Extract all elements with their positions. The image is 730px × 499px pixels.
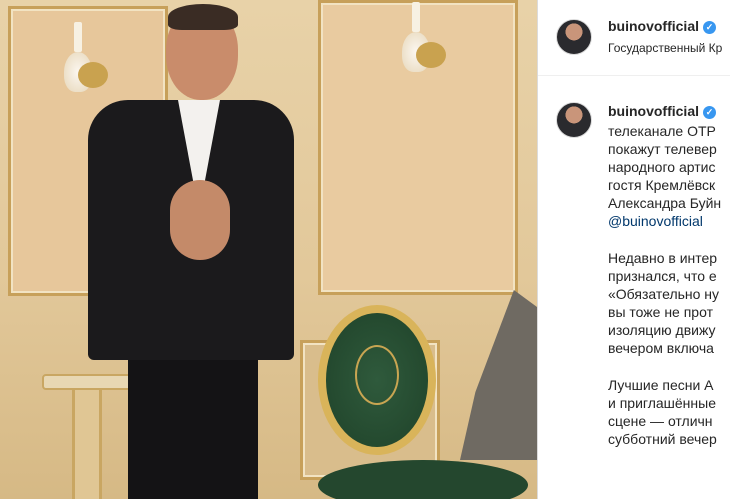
felt-hat [460, 290, 537, 460]
caption-line: субботний вечер [608, 431, 717, 447]
caption-line: вечером включа [608, 340, 714, 356]
caption-line: признался, что е [608, 268, 717, 284]
caption-line: гостя Кремлёвск [608, 177, 716, 193]
caption-line: вы тоже не прот [608, 304, 713, 320]
avatar[interactable] [556, 19, 592, 55]
caption-line: Недавно в интер [608, 250, 718, 266]
post-side-panel: buinovofficial ✓ Государственный Кр buino… [538, 0, 730, 499]
caption-line: телеканале ОТР [608, 123, 716, 139]
verified-badge-icon: ✓ [703, 21, 716, 34]
wall-sconce [60, 22, 108, 102]
username-text[interactable]: buinovofficial [608, 18, 699, 34]
chair-emblem [355, 345, 399, 405]
caption-line: сцене — отличн [608, 413, 713, 429]
caption-line: народного артис [608, 159, 716, 175]
caption-avatar[interactable] [556, 102, 592, 138]
caption-line: «Обязательно ну [608, 286, 720, 302]
caption-line: Александра Буйн [608, 195, 722, 211]
caption-username-link[interactable]: buinovofficial ✓ [608, 103, 716, 119]
location-link[interactable]: Государственный Кр [608, 41, 722, 55]
man-hair [168, 4, 238, 30]
verified-badge-icon: ✓ [703, 106, 716, 119]
caption-line: и приглашённые [608, 395, 716, 411]
caption-line: покажут телевер [608, 141, 717, 157]
post-photo[interactable] [0, 0, 537, 499]
side-table [42, 374, 132, 499]
caption-username-text[interactable]: buinovofficial [608, 103, 699, 119]
wall-sconce [398, 2, 446, 82]
man-hands [170, 180, 230, 260]
mention-link[interactable]: @buinovofficial [608, 213, 703, 229]
caption-line: изоляцию движу [608, 322, 716, 338]
username-link[interactable]: buinovofficial ✓ [608, 18, 716, 34]
post-caption: телеканале ОТР покажут телевер народного… [608, 122, 730, 448]
post-header: buinovofficial ✓ Государственный Кр [538, 0, 730, 76]
caption-line: Лучшие песни А [608, 377, 714, 393]
man-trousers [128, 360, 258, 499]
